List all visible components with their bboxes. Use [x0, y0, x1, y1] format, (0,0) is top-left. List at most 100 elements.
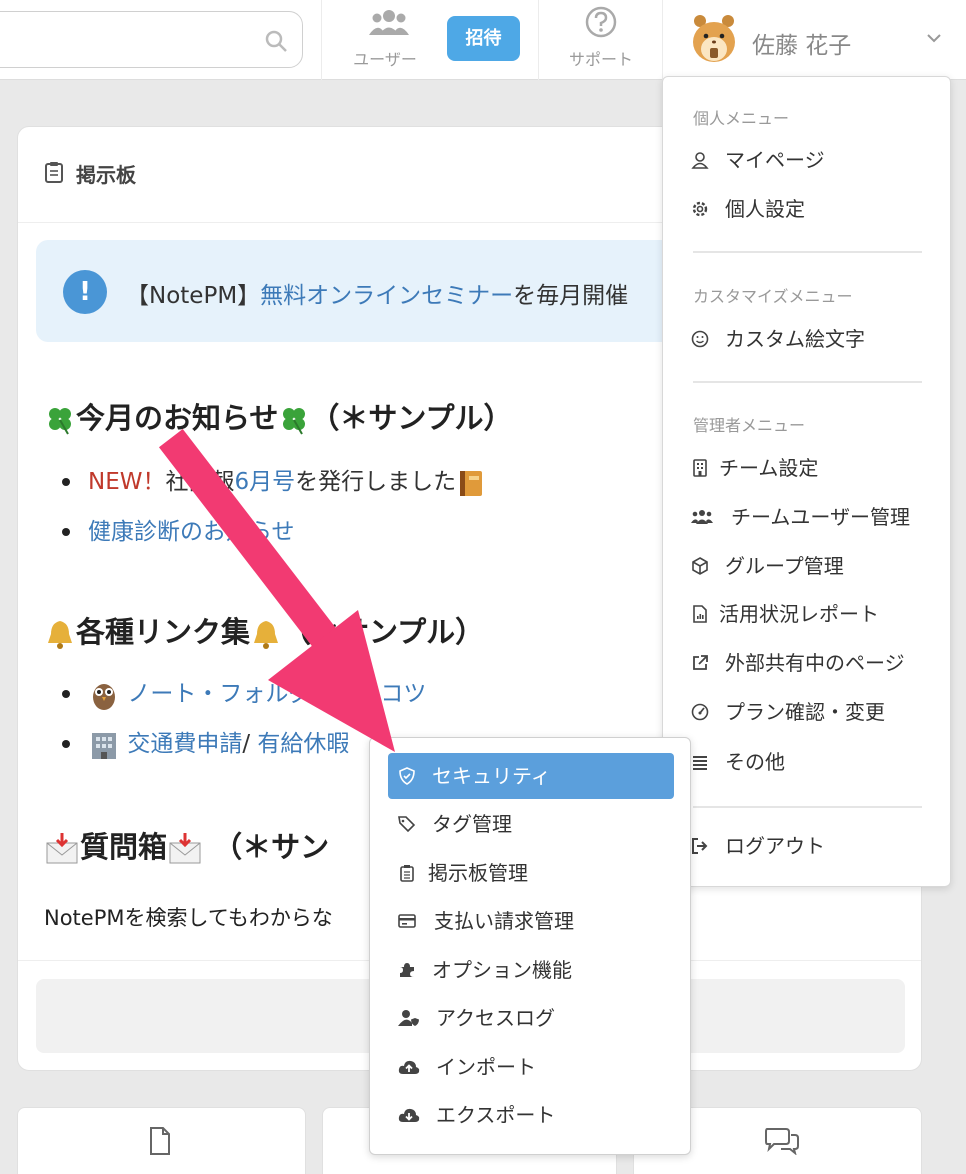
travel-expense-link[interactable]: 交通費申請 — [127, 731, 242, 757]
section2-suffix: （＊サンプル） — [282, 615, 485, 649]
note-folder-tips-link[interactable]: ノート・フォルダ整理のコツ — [127, 681, 426, 707]
question-circle-icon — [585, 6, 617, 38]
access-log-label: アクセスログ — [436, 1006, 555, 1030]
mypage-label: マイページ — [725, 148, 825, 172]
admin-menu-header: 管理者メニュー — [693, 416, 806, 435]
divider — [693, 806, 922, 808]
personal-settings-label: 個人設定 — [725, 197, 805, 221]
news-list: NEW！社内報6月号を発行しました 健康診断のお知らせ — [61, 462, 486, 562]
logout-label: ログアウト — [725, 834, 825, 858]
users-icon — [369, 10, 409, 35]
clipboard-icon — [45, 162, 63, 183]
item-text: 社内報 — [165, 469, 235, 495]
external-pages-label: 外部共有中のページ — [725, 651, 905, 675]
search-input[interactable] — [0, 11, 303, 68]
section1-title: 今月のお知らせ — [76, 401, 279, 435]
credit-card-icon — [398, 914, 416, 928]
external-link-icon — [693, 655, 708, 670]
user-icon — [691, 152, 709, 169]
personal-menu-header: 個人メニュー — [693, 109, 790, 128]
import-menu-item[interactable]: インポート — [388, 1044, 674, 1090]
options-menu-item[interactable]: オプション機能 — [388, 947, 674, 993]
options-label: オプション機能 — [432, 958, 572, 982]
building-icon — [92, 732, 116, 759]
list-item: NEW！社内報6月号を発行しました — [61, 462, 486, 512]
invite-button[interactable]: 招待 — [447, 16, 520, 61]
section-title-news: 今月のお知らせ （＊サンプル） — [44, 395, 513, 437]
envelope-icon — [169, 833, 201, 864]
cloud-download-icon — [398, 1108, 420, 1122]
list-icon — [693, 756, 707, 770]
users-nav-label: ユーザー — [353, 50, 417, 69]
june-issue-link[interactable]: 6月号 — [234, 469, 295, 495]
avatar[interactable] — [690, 12, 738, 64]
cube-icon — [692, 557, 708, 575]
list-item: ノート・フォルダ整理のコツ — [61, 674, 426, 724]
custom-emoji-label: カスタム絵文字 — [725, 327, 865, 351]
shield-icon — [399, 767, 415, 785]
notice-banner: ! 【NotePM】無料オンラインセミナーを毎月開催 — [36, 240, 736, 342]
section-title-questions: 質問箱 （＊サン — [44, 824, 329, 867]
file-icon — [150, 1127, 170, 1155]
bottom-card-pages[interactable] — [17, 1107, 306, 1174]
item-text: を発行しました — [295, 469, 457, 495]
search-icon — [265, 30, 287, 52]
health-check-link[interactable]: 健康診断のお知らせ — [88, 519, 295, 545]
notice-suffix: を毎月開催 — [513, 283, 629, 309]
users-icon — [691, 510, 713, 524]
book-icon — [460, 470, 483, 496]
seminar-link[interactable]: 無料オンラインセミナー — [260, 283, 513, 309]
bell-icon — [254, 621, 279, 649]
groups-label: グループ管理 — [725, 554, 844, 578]
user-shield-icon — [398, 1010, 419, 1026]
new-badge: NEW！ — [88, 469, 166, 495]
top-bar: ユーザー 招待 サポート 佐藤 花子 — [0, 0, 966, 80]
tags-icon — [398, 816, 416, 833]
section3-title: 質問箱 — [80, 830, 168, 864]
plan-label: プラン確認・変更 — [725, 700, 885, 724]
section3-suffix: （＊サン — [213, 830, 330, 864]
file-chart-icon — [693, 605, 707, 623]
access-log-menu-item[interactable]: アクセスログ — [388, 995, 674, 1041]
building-icon — [693, 459, 707, 477]
security-menu-item[interactable]: セキュリティ — [388, 753, 674, 799]
clipboard-icon — [400, 865, 414, 882]
cloud-upload-icon — [398, 1060, 420, 1074]
paid-leave-link[interactable]: 有給休暇 — [257, 731, 349, 757]
others-label: その他 — [725, 750, 785, 774]
custom-menu-header: カスタマイズメニュー — [693, 287, 853, 306]
support-nav-label: サポート — [568, 50, 633, 69]
board-management-label: 掲示板管理 — [428, 861, 528, 885]
tags-menu-item[interactable]: タグ管理 — [388, 801, 674, 847]
question-paragraph: NotePMを検索してもわからな — [44, 906, 333, 930]
team-settings-label: チーム設定 — [719, 456, 819, 480]
link-separator: / — [242, 731, 258, 757]
sign-out-icon — [692, 838, 708, 854]
others-submenu: セキュリティ タグ管理 掲示板管理 支払い請求管理 オプション機能 アクセスログ… — [369, 737, 691, 1155]
section1-suffix: （＊サンプル） — [310, 401, 513, 435]
users-nav-button[interactable]: ユーザー — [340, 0, 430, 80]
comments-icon — [765, 1128, 799, 1155]
list-item: 健康診断のお知らせ — [61, 512, 486, 562]
usage-report-label: 活用状況レポート — [719, 602, 879, 626]
board-title: 掲示板 — [76, 163, 136, 187]
section-title-links: 各種リンク集 （＊サンプル） — [44, 609, 484, 651]
support-nav-button[interactable]: サポート — [555, 0, 647, 80]
billing-menu-item[interactable]: 支払い請求管理 — [388, 898, 674, 944]
tachometer-icon — [691, 703, 709, 721]
exclamation-icon: ! — [63, 270, 107, 314]
clover-icon — [283, 408, 306, 435]
smile-icon — [691, 330, 709, 348]
owl-icon — [93, 683, 115, 710]
user-name[interactable]: 佐藤 花子 — [752, 26, 851, 60]
tags-label: タグ管理 — [432, 812, 512, 836]
billing-label: 支払い請求管理 — [434, 909, 574, 933]
chevron-down-icon[interactable] — [926, 30, 942, 46]
export-menu-item[interactable]: エクスポート — [388, 1092, 674, 1138]
board-management-menu-item[interactable]: 掲示板管理 — [388, 850, 674, 896]
notice-text: 【NotePM】無料オンラインセミナーを毎月開催 — [126, 276, 628, 310]
notice-prefix: 【NotePM】 — [126, 283, 261, 309]
user-dropdown-menu: 個人メニュー マイページ 個人設定 カスタマイズメニュー カスタム絵文字 管理者… — [662, 76, 951, 887]
export-label: エクスポート — [436, 1103, 556, 1127]
security-label: セキュリティ — [432, 764, 551, 788]
